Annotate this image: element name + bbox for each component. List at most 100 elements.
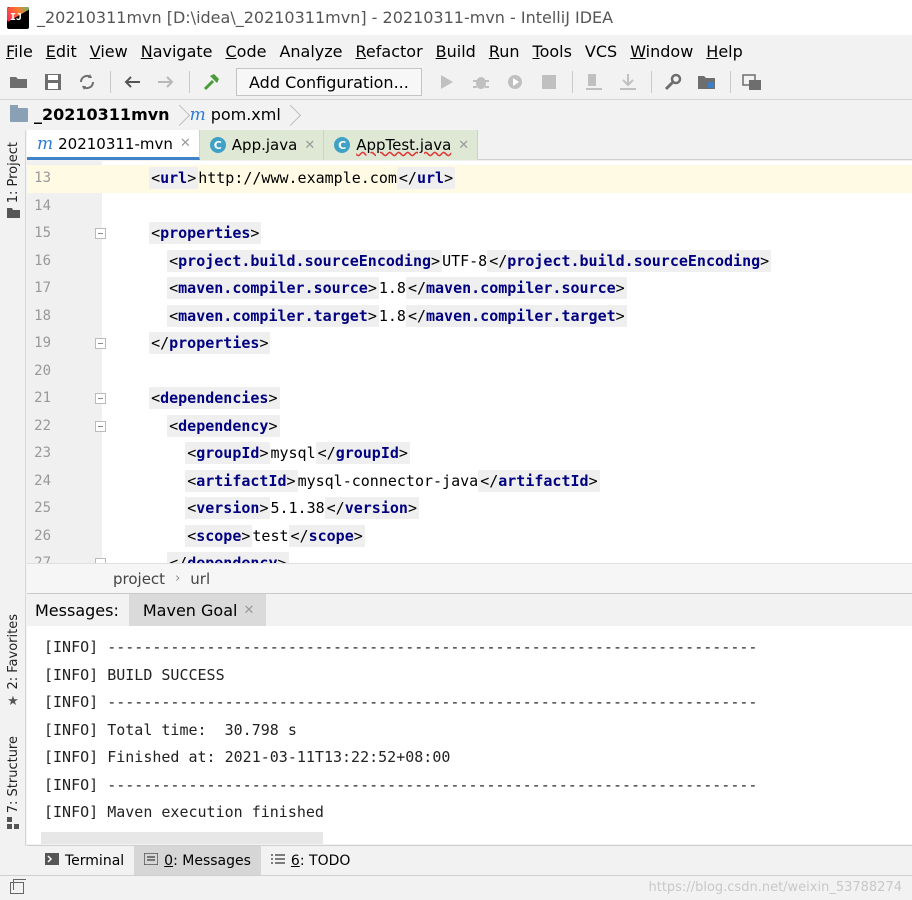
code-text: </dependency> — [131, 550, 289, 563]
xml-value: UTF-8 — [442, 251, 488, 270]
messages-icon — [143, 852, 159, 868]
todo-tab[interactable]: 6: TODO — [261, 846, 360, 876]
fold-toggle-icon[interactable] — [95, 393, 106, 404]
terminal-tab[interactable]: Terminal — [35, 846, 134, 876]
menu-run[interactable]: Run — [489, 42, 520, 61]
nav-crumb-file-label: pom.xml — [210, 105, 281, 124]
menu-edit[interactable]: Edit — [46, 42, 77, 61]
vcs-commit-icon[interactable] — [617, 71, 639, 93]
settings-wrench-icon[interactable] — [662, 71, 684, 93]
project-structure-icon[interactable] — [696, 71, 718, 93]
xml-tag-name: dependency — [187, 554, 278, 563]
xml-tag-name: dependency — [178, 416, 269, 435]
xml-tag: </artifactId> — [478, 469, 600, 492]
code-text: <artifactId> mysql-connector-java </artifa… — [131, 468, 600, 496]
close-tab-icon[interactable]: ✕ — [180, 136, 191, 151]
tool-tab-project[interactable]: 1: Project — [0, 142, 26, 222]
debug-icon[interactable] — [470, 71, 492, 93]
xml-tag-name: dependencies — [160, 389, 269, 407]
menu-window[interactable]: Window — [630, 42, 693, 61]
xml-tag-name: scope — [196, 526, 242, 545]
editor-tab-pom-label: 20210311-mvn — [58, 134, 173, 153]
console-line: [INFO] Maven execution finished — [44, 803, 324, 821]
tool-tab-favorites[interactable]: 2: Favorites ★ — [0, 614, 26, 709]
messages-console[interactable]: [INFO] ---------------------------------… — [27, 626, 912, 844]
search-everywhere-icon[interactable] — [741, 71, 763, 93]
editor-tab-apptest[interactable]: C AppTest.java ✕ — [324, 130, 479, 160]
xml-value: test — [252, 526, 289, 545]
xml-value: 5.1.38 — [270, 499, 325, 517]
console-line: [INFO] Finished at: 2021-03-11T13:22:52+… — [44, 748, 451, 766]
xml-tag-name: groupId — [335, 444, 399, 462]
console-line: [INFO] ---------------------------------… — [44, 693, 758, 711]
xml-value: 1.8 — [378, 306, 406, 325]
editor-tab-pom[interactable]: m 20210311-mvn ✕ — [27, 130, 200, 160]
tool-tab-project-label: 1: Project — [5, 142, 21, 204]
code-line: 18 <maven.compiler.target> 1.8 </maven.com… — [27, 303, 912, 331]
line-number: 15 — [34, 225, 51, 241]
line-number: 20 — [34, 362, 51, 379]
editor-tab-app[interactable]: C App.java ✕ — [199, 130, 325, 160]
xml-tag-name: groupId — [196, 444, 260, 462]
menu-file[interactable]: File — [6, 42, 33, 61]
nav-crumb-file[interactable]: m pom.xml — [190, 101, 301, 129]
run-with-coverage-icon[interactable] — [504, 71, 526, 93]
fold-toggle-icon[interactable] — [95, 420, 106, 432]
code-text: <dependencies> — [131, 385, 280, 413]
vcs-update-icon[interactable] — [583, 71, 605, 93]
line-number: 25 — [34, 500, 51, 516]
editor-breadcrumbs: project › url — [27, 563, 912, 593]
close-tab-icon[interactable]: ✕ — [243, 603, 254, 618]
code-text: <dependency> — [131, 413, 280, 441]
menu-mnemonic: E — [45, 41, 56, 61]
maven-goal-tab[interactable]: Maven Goal ✕ — [128, 593, 267, 627]
line-number: 13 — [34, 170, 51, 186]
menu-vcs[interactable]: VCS — [585, 42, 617, 61]
maven-icon: m — [37, 133, 54, 154]
code-text: <groupId> mysql </groupId> — [131, 440, 410, 468]
messages-tab[interactable]: 0: Messages — [134, 845, 261, 876]
save-all-icon[interactable] — [42, 71, 64, 93]
breadcrumb-url[interactable]: url — [190, 570, 210, 588]
xml-tag: <artifactId> — [185, 469, 298, 492]
back-arrow-icon[interactable] — [121, 71, 143, 93]
menu-refactor[interactable]: Refactor — [356, 42, 423, 61]
terminal-icon — [45, 853, 59, 868]
code-editor[interactable]: 13 <url> http://www.example.com </url> 14 15… — [27, 161, 912, 563]
close-tab-icon[interactable]: ✕ — [458, 138, 469, 153]
left-tool-strip: 1: Project 2: Favorites ★ 7: Structure — [0, 130, 26, 846]
bottom-tool-bar: Terminal 0: Messages 6: TODO — [27, 845, 912, 876]
forward-arrow-icon[interactable] — [155, 71, 177, 93]
menu-help[interactable]: Help — [706, 42, 742, 61]
xml-tag-name: maven.compiler.source — [178, 279, 368, 297]
menu-code[interactable]: Code — [226, 42, 267, 61]
fold-toggle-icon[interactable] — [95, 338, 106, 349]
xml-tag-name: url — [416, 169, 445, 187]
open-folder-icon[interactable] — [8, 71, 30, 93]
menu-navigate[interactable]: Navigate — [141, 42, 213, 61]
xml-tag-name: maven.compiler.target — [178, 306, 368, 325]
stop-icon[interactable] — [538, 71, 560, 93]
menu-build[interactable]: Build — [436, 42, 476, 61]
nav-crumb-project[interactable]: _20210311mvn — [10, 101, 190, 129]
messages-panel-header: Messages: Maven Goal ✕ — [27, 593, 912, 627]
tool-tab-structure[interactable]: 7: Structure — [0, 736, 26, 833]
menu-view[interactable]: View — [90, 42, 128, 61]
add-configuration-button[interactable]: Add Configuration... — [236, 68, 422, 96]
menu-tools[interactable]: Tools — [533, 42, 572, 61]
fold-toggle-icon[interactable] — [95, 228, 106, 239]
folder-icon — [6, 207, 20, 222]
xml-tag-name: url — [160, 169, 188, 187]
code-line: 26 <scope> test </scope> — [27, 523, 912, 551]
run-icon[interactable] — [436, 71, 458, 93]
line-number: 16 — [34, 252, 51, 269]
tool-windows-icon[interactable] — [10, 879, 26, 894]
close-tab-icon[interactable]: ✕ — [304, 138, 315, 153]
build-hammer-icon[interactable] — [200, 71, 222, 93]
toolbar-separator — [650, 71, 652, 93]
menu-analyze[interactable]: Analyze — [279, 42, 342, 61]
breadcrumb-project[interactable]: project — [113, 570, 165, 588]
sync-icon[interactable] — [76, 71, 98, 93]
horizontal-scrollbar[interactable] — [41, 832, 323, 844]
line-number: 22 — [34, 417, 51, 434]
